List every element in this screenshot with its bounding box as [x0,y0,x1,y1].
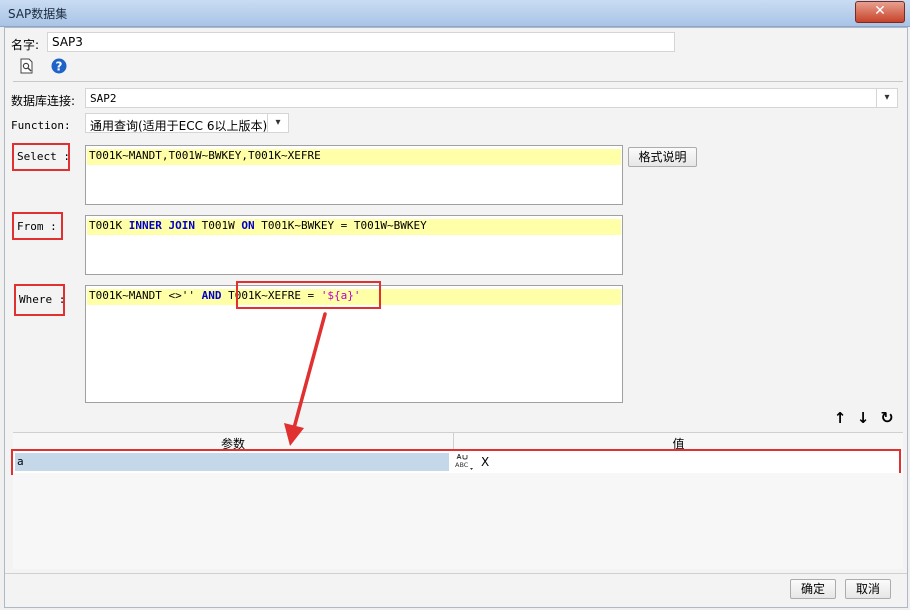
cancel-button[interactable]: 取消 [845,579,891,599]
help-button[interactable]: ? [49,58,69,78]
refresh-icon[interactable]: ↻ [877,408,897,428]
dialog-client: 名字: SAP3 ? 数据库连接: SAP2 ▾ Function: 通用查询(… [4,27,908,608]
select-editor[interactable]: T001K~MANDT,T001W~BWKEY,T001K~XEFRE [85,145,623,205]
help-icon: ? [51,58,67,74]
name-input[interactable]: SAP3 [47,32,675,52]
function-label: Function: [11,119,71,132]
title-bar: SAP数据集 ✕ [0,0,910,27]
annotation-arrow-icon [284,312,327,446]
window-title: SAP数据集 [8,7,68,21]
name-label: 名字: [11,38,40,52]
toolbar-divider [13,81,903,82]
where-label-highlight [14,284,65,316]
db-select[interactable]: SAP2 ▾ [85,88,898,108]
svg-text:?: ? [56,60,63,74]
function-select[interactable]: 通用查询(适用于ECC 6以上版本) ▾ [85,113,289,133]
param-grid-empty-area [13,473,903,569]
select-label-highlight [12,143,70,171]
from-editor[interactable]: T001K INNER JOIN T001W ON T001K~BWKEY = … [85,215,623,275]
format-help-button[interactable]: 格式说明 [628,147,697,167]
from-code: T001K INNER JOIN T001W ON T001K~BWKEY = … [89,219,427,232]
chevron-down-icon: ▾ [267,114,288,132]
preview-button[interactable] [17,58,37,78]
db-value: SAP2 [90,92,117,105]
db-label: 数据库连接: [11,94,76,108]
move-up-icon[interactable]: ↑ [830,408,850,428]
name-value: SAP3 [52,35,83,49]
chevron-down-icon: ▾ [876,89,897,107]
move-down-icon[interactable]: ↓ [853,408,873,428]
param-row-highlight [11,449,901,475]
close-button[interactable]: ✕ [855,1,905,23]
function-value: 通用查询(适用于ECC 6以上版本) [90,119,268,133]
parameter-expression-highlight [236,281,381,309]
from-label-highlight [12,212,63,240]
footer-divider [5,573,907,574]
ok-button[interactable]: 确定 [790,579,836,599]
preview-icon [20,58,33,74]
select-code: T001K~MANDT,T001W~BWKEY,T001K~XEFRE [89,149,321,162]
